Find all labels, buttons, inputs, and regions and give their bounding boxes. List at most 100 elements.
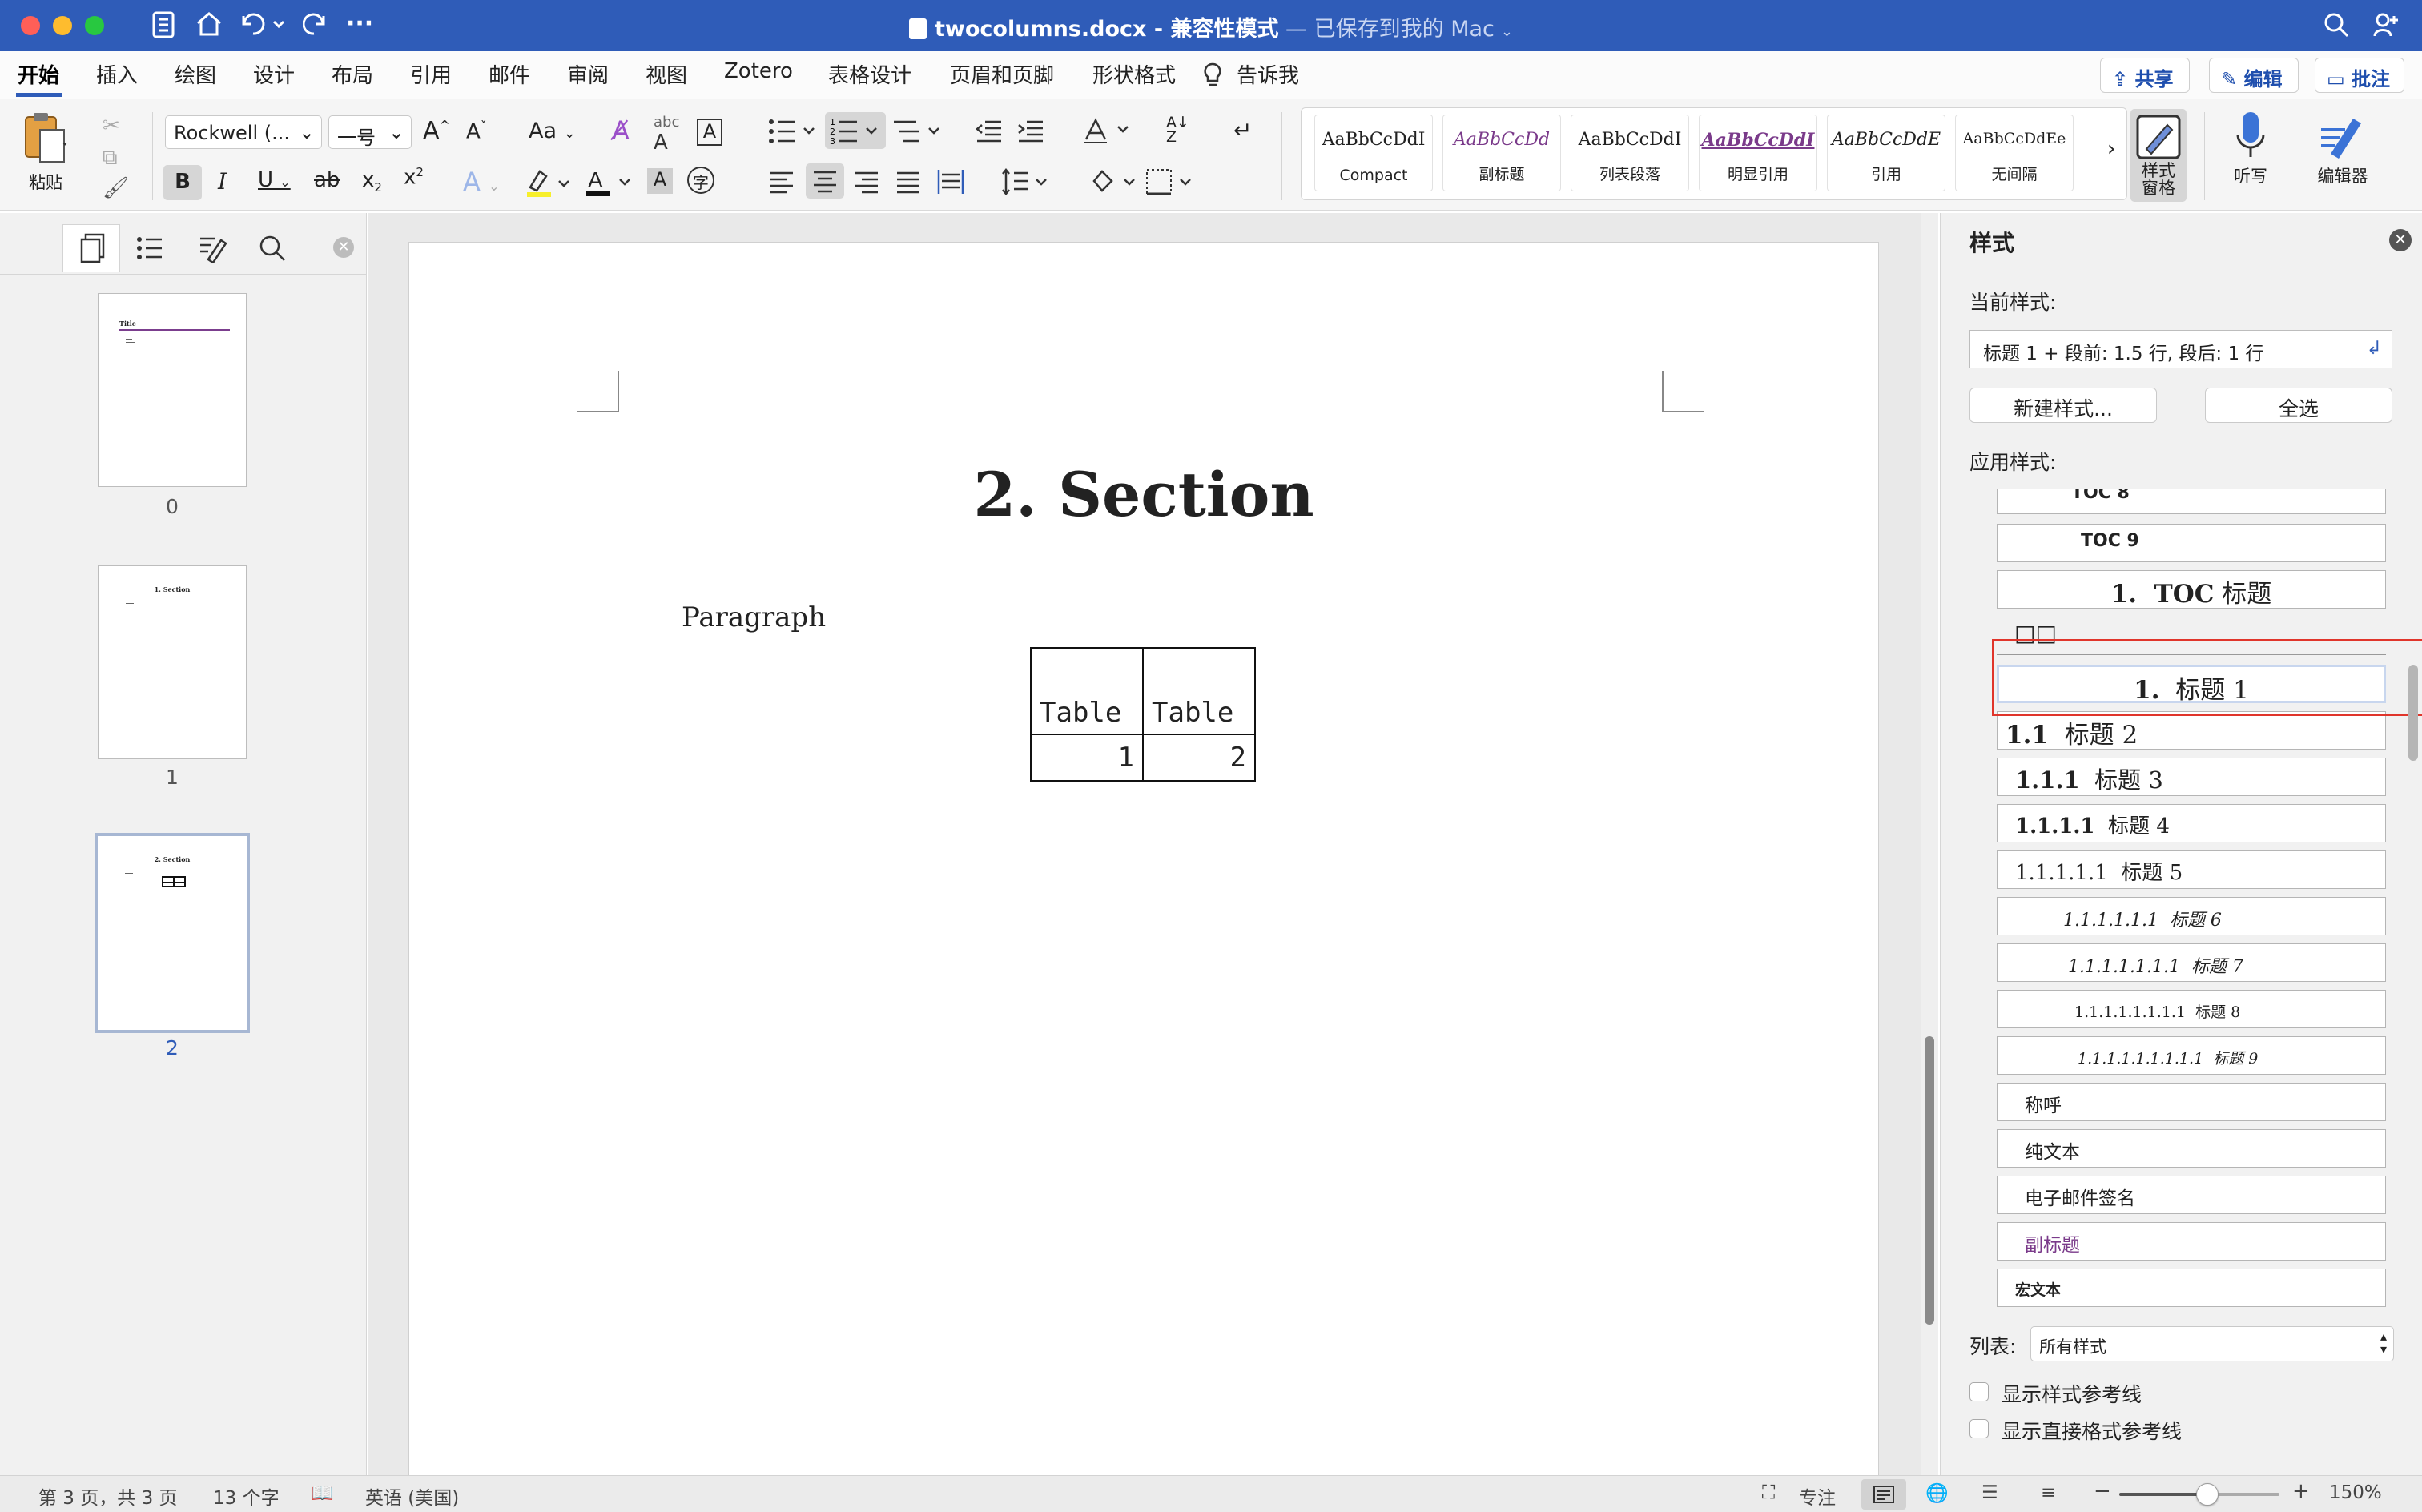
- tab-home[interactable]: 开始: [18, 59, 59, 89]
- draft-view-icon[interactable]: ≡: [2041, 1482, 2056, 1503]
- language-status[interactable]: 英语 (美国): [365, 1482, 459, 1510]
- style-item-heading-9[interactable]: 1.1.1.1.1.1.1.1.1 标题 9: [1997, 1036, 2386, 1075]
- numbering-button[interactable]: 123: [825, 112, 886, 149]
- style-quote[interactable]: AaBbCcDdE 引用: [1827, 115, 1945, 191]
- style-item-email-signature[interactable]: 电子邮件签名: [1997, 1176, 2386, 1214]
- font-color-button[interactable]: A: [585, 165, 633, 199]
- tab-table-design[interactable]: 表格设计: [828, 59, 911, 89]
- close-pane-icon[interactable]: ✕: [333, 237, 354, 258]
- edit-pane-tab-icon[interactable]: [197, 234, 227, 263]
- align-right-icon[interactable]: [854, 170, 879, 194]
- style-item-toc9[interactable]: TOC 9: [1997, 524, 2386, 562]
- new-style-button[interactable]: 新建样式...: [1969, 388, 2157, 423]
- zoom-slider[interactable]: [2119, 1483, 2279, 1506]
- style-item-heading-8[interactable]: 1.1.1.1.1.1.1.1 标题 8: [1997, 990, 2386, 1028]
- strikethrough-button[interactable]: ab: [314, 168, 340, 192]
- styles-pane-button[interactable]: 样式 窗格: [2130, 109, 2187, 202]
- tab-references[interactable]: 引用: [410, 59, 452, 89]
- style-no-spacing[interactable]: AaBbCcDdEe 无间隔: [1955, 115, 2074, 191]
- paste-button[interactable]: 粘贴: [21, 111, 70, 194]
- text-effects-icon[interactable]: A ⌄: [463, 167, 499, 197]
- list-filter-dropdown[interactable]: 所有样式 ▴ ▾: [2030, 1326, 2394, 1361]
- zoom-level[interactable]: 150%: [2329, 1482, 2382, 1503]
- format-painter-icon[interactable]: 🖌: [103, 176, 129, 200]
- current-style-field[interactable]: 标题 1 + 段前: 1.5 行, 段后: 1 行 ↲: [1969, 330, 2392, 368]
- editor-button[interactable]: 编辑器: [2307, 111, 2379, 187]
- superscript-button[interactable]: x2: [404, 165, 424, 190]
- document-canvas[interactable]: 2. Section Paragraph Table Table 1 2: [368, 213, 1938, 1491]
- document-page[interactable]: 2. Section Paragraph Table Table 1 2: [408, 242, 1879, 1491]
- justify-icon[interactable]: [895, 170, 921, 194]
- cut-icon[interactable]: ✂: [103, 114, 120, 138]
- bullets-icon[interactable]: [767, 117, 819, 146]
- align-left-icon[interactable]: [769, 170, 795, 194]
- dictate-button[interactable]: 听写: [2219, 111, 2283, 187]
- page-thumbnail-1[interactable]: 1. Section: [98, 565, 247, 759]
- style-item-macro-text[interactable]: 宏文本: [1997, 1269, 2386, 1307]
- style-intense-quote[interactable]: AaBbCcDdI 明显引用: [1699, 115, 1817, 191]
- comments-button[interactable]: ▭ 批注: [2315, 58, 2404, 93]
- table-cell[interactable]: 1: [1030, 734, 1144, 782]
- table-cell[interactable]: 2: [1142, 734, 1256, 782]
- page-thumbnail-0[interactable]: Title: [98, 293, 247, 487]
- tab-mailings[interactable]: 邮件: [489, 59, 530, 89]
- grow-font-icon[interactable]: A^: [423, 117, 450, 145]
- copy-icon[interactable]: ⧉: [103, 146, 118, 171]
- tab-shape-format[interactable]: 形状格式: [1092, 59, 1176, 89]
- zoom-out-icon[interactable]: −: [2094, 1479, 2111, 1503]
- style-item-heading-3[interactable]: 1.1.1 标题 3: [1997, 758, 2386, 796]
- gallery-next-icon[interactable]: ›: [2107, 137, 2115, 161]
- select-all-button[interactable]: 全选: [2205, 388, 2392, 423]
- zoom-slider-knob[interactable]: [2196, 1483, 2219, 1506]
- tab-insert[interactable]: 插入: [96, 59, 138, 89]
- search-icon[interactable]: [2323, 11, 2350, 38]
- style-item-heading-6[interactable]: 1.1.1.1.1.1 标题 6: [1997, 897, 2386, 935]
- clear-formatting-icon[interactable]: A̸: [612, 115, 630, 146]
- tab-header-footer[interactable]: 页眉和页脚: [950, 59, 1054, 89]
- font-size-dropdown[interactable]: 一号 ⌄: [328, 115, 412, 149]
- character-border-icon[interactable]: A: [697, 119, 722, 146]
- underline-button[interactable]: U ⌄: [258, 168, 291, 192]
- proofing-icon[interactable]: 📖: [311, 1482, 334, 1504]
- increase-indent-icon[interactable]: [1017, 119, 1044, 144]
- shrink-font-icon[interactable]: Aˇ: [466, 119, 487, 144]
- sort-icon[interactable]: A↓ Z: [1166, 115, 1189, 145]
- tab-view[interactable]: 视图: [646, 59, 687, 89]
- change-case-button[interactable]: Aa ⌄: [529, 119, 576, 143]
- style-item-heading-2[interactable]: 1.1 标题 2: [1997, 711, 2386, 750]
- show-direct-formatting-checkbox[interactable]: [1969, 1419, 1989, 1438]
- tab-layout[interactable]: 布局: [332, 59, 373, 89]
- phonetic-guide-icon[interactable]: abc A: [654, 114, 679, 155]
- search-pane-icon[interactable]: [258, 234, 287, 263]
- close-pane-icon[interactable]: ✕: [2389, 229, 2412, 251]
- multilevel-list-icon[interactable]: [892, 117, 943, 146]
- style-subtitle[interactable]: AaBbCcDd 副标题: [1442, 115, 1561, 191]
- page-thumbnail-2[interactable]: 2. Section: [95, 833, 250, 1033]
- document-table[interactable]: Table Table 1 2: [1030, 647, 1256, 782]
- tab-zotero[interactable]: Zotero: [724, 59, 793, 83]
- thumbnails-tab[interactable]: [62, 224, 120, 272]
- subscript-button[interactable]: x2: [362, 168, 382, 195]
- bold-button[interactable]: B: [163, 165, 202, 200]
- italic-button[interactable]: I: [218, 168, 227, 195]
- style-compact[interactable]: AaBbCcDdI Compact: [1314, 115, 1433, 191]
- shading-icon[interactable]: [1089, 168, 1141, 195]
- chevron-down-icon[interactable]: ⌄: [1501, 23, 1513, 40]
- highlight-color-button[interactable]: [524, 167, 572, 199]
- distributed-icon[interactable]: [937, 168, 964, 195]
- web-layout-icon[interactable]: 🌐: [1925, 1482, 1949, 1504]
- style-list[interactable]: TOC 8 TOC 9 1. TOC 标题 □□ 1. 标题 1 1.1 标题 …: [1979, 489, 2394, 1313]
- line-spacing-icon[interactable]: [1001, 168, 1052, 195]
- tab-design[interactable]: 设计: [253, 59, 295, 89]
- zoom-in-icon[interactable]: +: [2292, 1479, 2310, 1503]
- font-name-dropdown[interactable]: Rockwell (... ⌄: [165, 115, 322, 149]
- style-item-heading-7[interactable]: 1.1.1.1.1.1.1 标题 7: [1997, 943, 2386, 982]
- edit-mode-button[interactable]: ✎ 编辑: [2209, 58, 2299, 93]
- style-item-plain-text[interactable]: 纯文本: [1997, 1129, 2386, 1168]
- tab-draw[interactable]: 绘图: [175, 59, 216, 89]
- show-style-guides-checkbox[interactable]: [1969, 1382, 1989, 1401]
- borders-icon[interactable]: [1145, 168, 1197, 195]
- style-list-scrollbar-thumb[interactable]: [2408, 665, 2418, 761]
- tab-review[interactable]: 审阅: [567, 59, 609, 89]
- style-item-toc8[interactable]: TOC 8: [1997, 489, 2386, 514]
